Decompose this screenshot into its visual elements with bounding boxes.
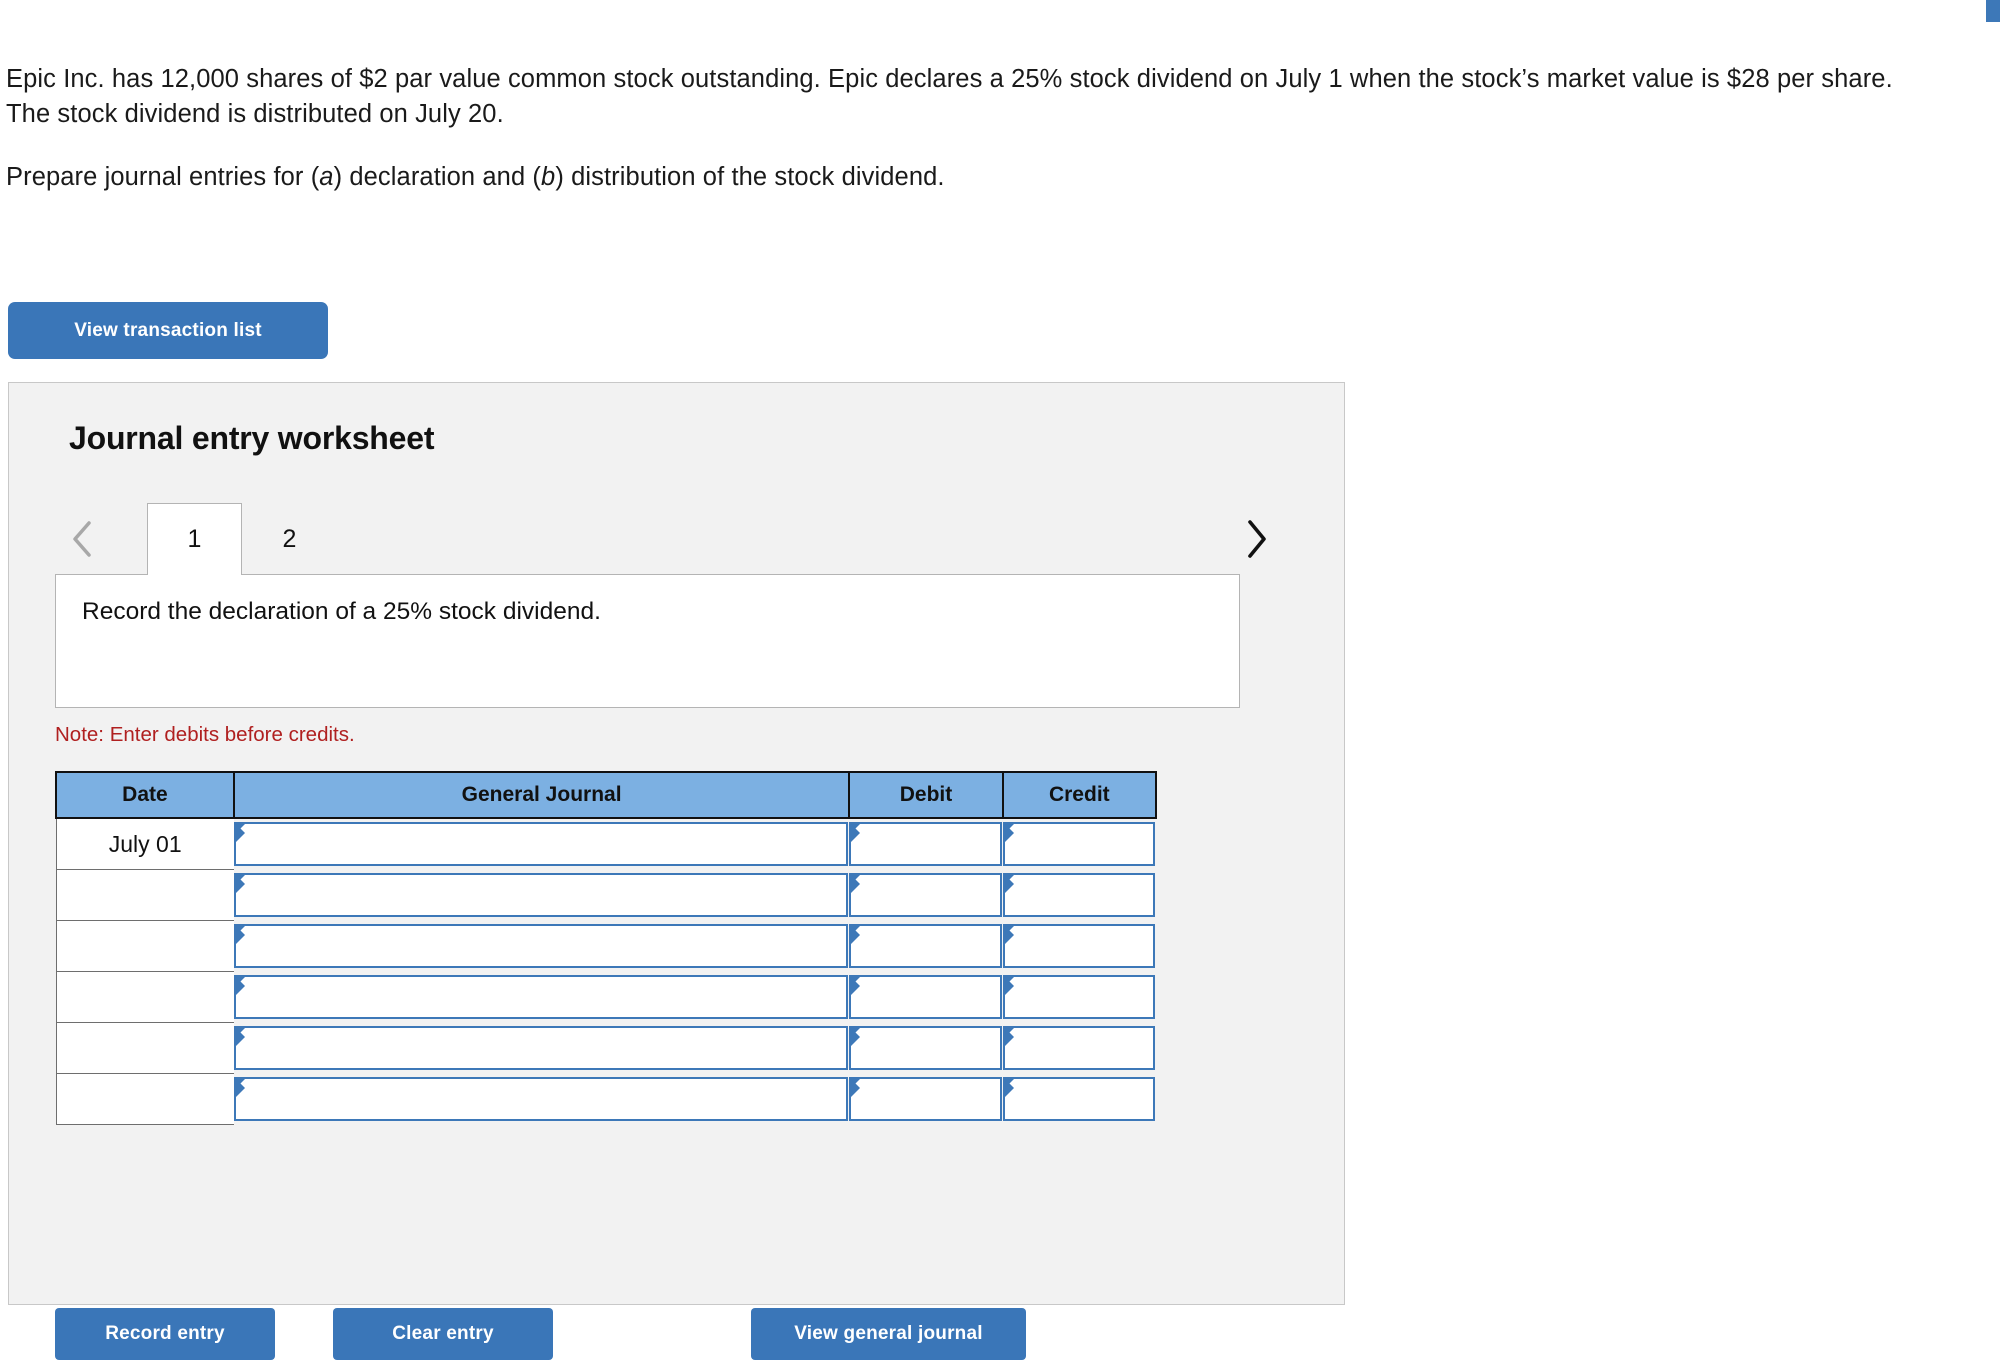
date-cell[interactable] — [56, 870, 234, 921]
credit-input[interactable] — [1003, 822, 1155, 866]
journal-entry-table: Date General Journal Debit Credit July 0… — [55, 771, 1157, 1125]
debit-cell[interactable] — [849, 870, 1002, 921]
label-a: a — [319, 163, 333, 191]
worksheet-description-text: Record the declaration of a 25% stock di… — [82, 598, 601, 626]
credit-cell[interactable] — [1003, 972, 1156, 1023]
debit-cell[interactable] — [849, 1023, 1002, 1074]
worksheet-description-box: Record the declaration of a 25% stock di… — [55, 574, 1240, 708]
debit-input[interactable] — [849, 873, 1001, 917]
general-journal-cell[interactable] — [234, 921, 849, 972]
column-header-general-journal: General Journal — [234, 772, 849, 818]
debit-cell[interactable] — [849, 1074, 1002, 1125]
credit-input[interactable] — [1003, 1026, 1155, 1070]
general-journal-cell[interactable] — [234, 1074, 849, 1125]
credit-input[interactable] — [1003, 1077, 1155, 1121]
clear-entry-button[interactable]: Clear entry — [333, 1308, 553, 1360]
table-row — [56, 1023, 1156, 1074]
view-general-journal-button[interactable]: View general journal — [751, 1308, 1026, 1360]
column-header-date: Date — [56, 772, 234, 818]
worksheet-tabs: 1 2 — [9, 503, 1344, 575]
question-paragraph-1: Epic Inc. has 12,000 shares of $2 par va… — [6, 62, 1906, 132]
journal-entry-worksheet-panel: Journal entry worksheet 1 2 Record the d… — [8, 382, 1345, 1305]
credit-cell[interactable] — [1003, 1074, 1156, 1125]
table-row — [56, 870, 1156, 921]
general-journal-input[interactable] — [234, 975, 848, 1019]
debits-before-credits-note: Note: Enter debits before credits. — [55, 723, 355, 747]
general-journal-cell[interactable] — [234, 870, 849, 921]
general-journal-input[interactable] — [234, 1026, 848, 1070]
chevron-left-icon[interactable] — [59, 513, 105, 565]
credit-cell[interactable] — [1003, 921, 1156, 972]
debit-cell[interactable] — [849, 972, 1002, 1023]
general-journal-input[interactable] — [234, 873, 848, 917]
date-cell[interactable] — [56, 1074, 234, 1125]
credit-cell[interactable] — [1003, 818, 1156, 870]
view-transaction-list-button[interactable]: View transaction list — [8, 302, 328, 359]
debit-cell[interactable] — [849, 818, 1002, 870]
general-journal-cell[interactable] — [234, 1023, 849, 1074]
tab-1-label: 1 — [188, 525, 202, 554]
question-paragraph-2: Prepare journal entries for (a) declarat… — [6, 160, 1906, 195]
general-journal-input[interactable] — [234, 1077, 848, 1121]
debit-cell[interactable] — [849, 921, 1002, 972]
date-cell[interactable]: July 01 — [56, 818, 234, 870]
tab-1[interactable]: 1 — [147, 503, 242, 575]
table-row — [56, 972, 1156, 1023]
general-journal-input[interactable] — [234, 924, 848, 968]
credit-input[interactable] — [1003, 873, 1155, 917]
worksheet-title: Journal entry worksheet — [69, 420, 434, 457]
debit-input[interactable] — [849, 1026, 1001, 1070]
column-header-credit: Credit — [1003, 772, 1156, 818]
record-entry-button[interactable]: Record entry — [55, 1308, 275, 1360]
label-b: b — [541, 163, 555, 191]
debit-input[interactable] — [849, 975, 1001, 1019]
general-journal-input[interactable] — [234, 822, 848, 866]
table-row: July 01 — [56, 818, 1156, 870]
date-cell[interactable] — [56, 1023, 234, 1074]
credit-input[interactable] — [1003, 975, 1155, 1019]
table-row — [56, 1074, 1156, 1125]
general-journal-cell[interactable] — [234, 972, 849, 1023]
scrollbar-thumb[interactable] — [1986, 0, 2000, 22]
date-cell[interactable] — [56, 921, 234, 972]
question-block: Epic Inc. has 12,000 shares of $2 par va… — [6, 62, 1906, 195]
instruction-mid: ) declaration and ( — [334, 163, 541, 191]
chevron-right-icon[interactable] — [1233, 513, 1279, 565]
tab-2-label: 2 — [283, 525, 297, 554]
table-header-row: Date General Journal Debit Credit — [56, 772, 1156, 818]
tab-2[interactable]: 2 — [242, 503, 337, 575]
credit-input[interactable] — [1003, 924, 1155, 968]
credit-cell[interactable] — [1003, 1023, 1156, 1074]
column-header-debit: Debit — [849, 772, 1002, 818]
credit-cell[interactable] — [1003, 870, 1156, 921]
general-journal-cell[interactable] — [234, 818, 849, 870]
table-row — [56, 921, 1156, 972]
instruction-prefix: Prepare journal entries for ( — [6, 163, 319, 191]
debit-input[interactable] — [849, 924, 1001, 968]
debit-input[interactable] — [849, 822, 1001, 866]
date-cell[interactable] — [56, 972, 234, 1023]
instruction-suffix: ) distribution of the stock dividend. — [555, 163, 944, 191]
debit-input[interactable] — [849, 1077, 1001, 1121]
